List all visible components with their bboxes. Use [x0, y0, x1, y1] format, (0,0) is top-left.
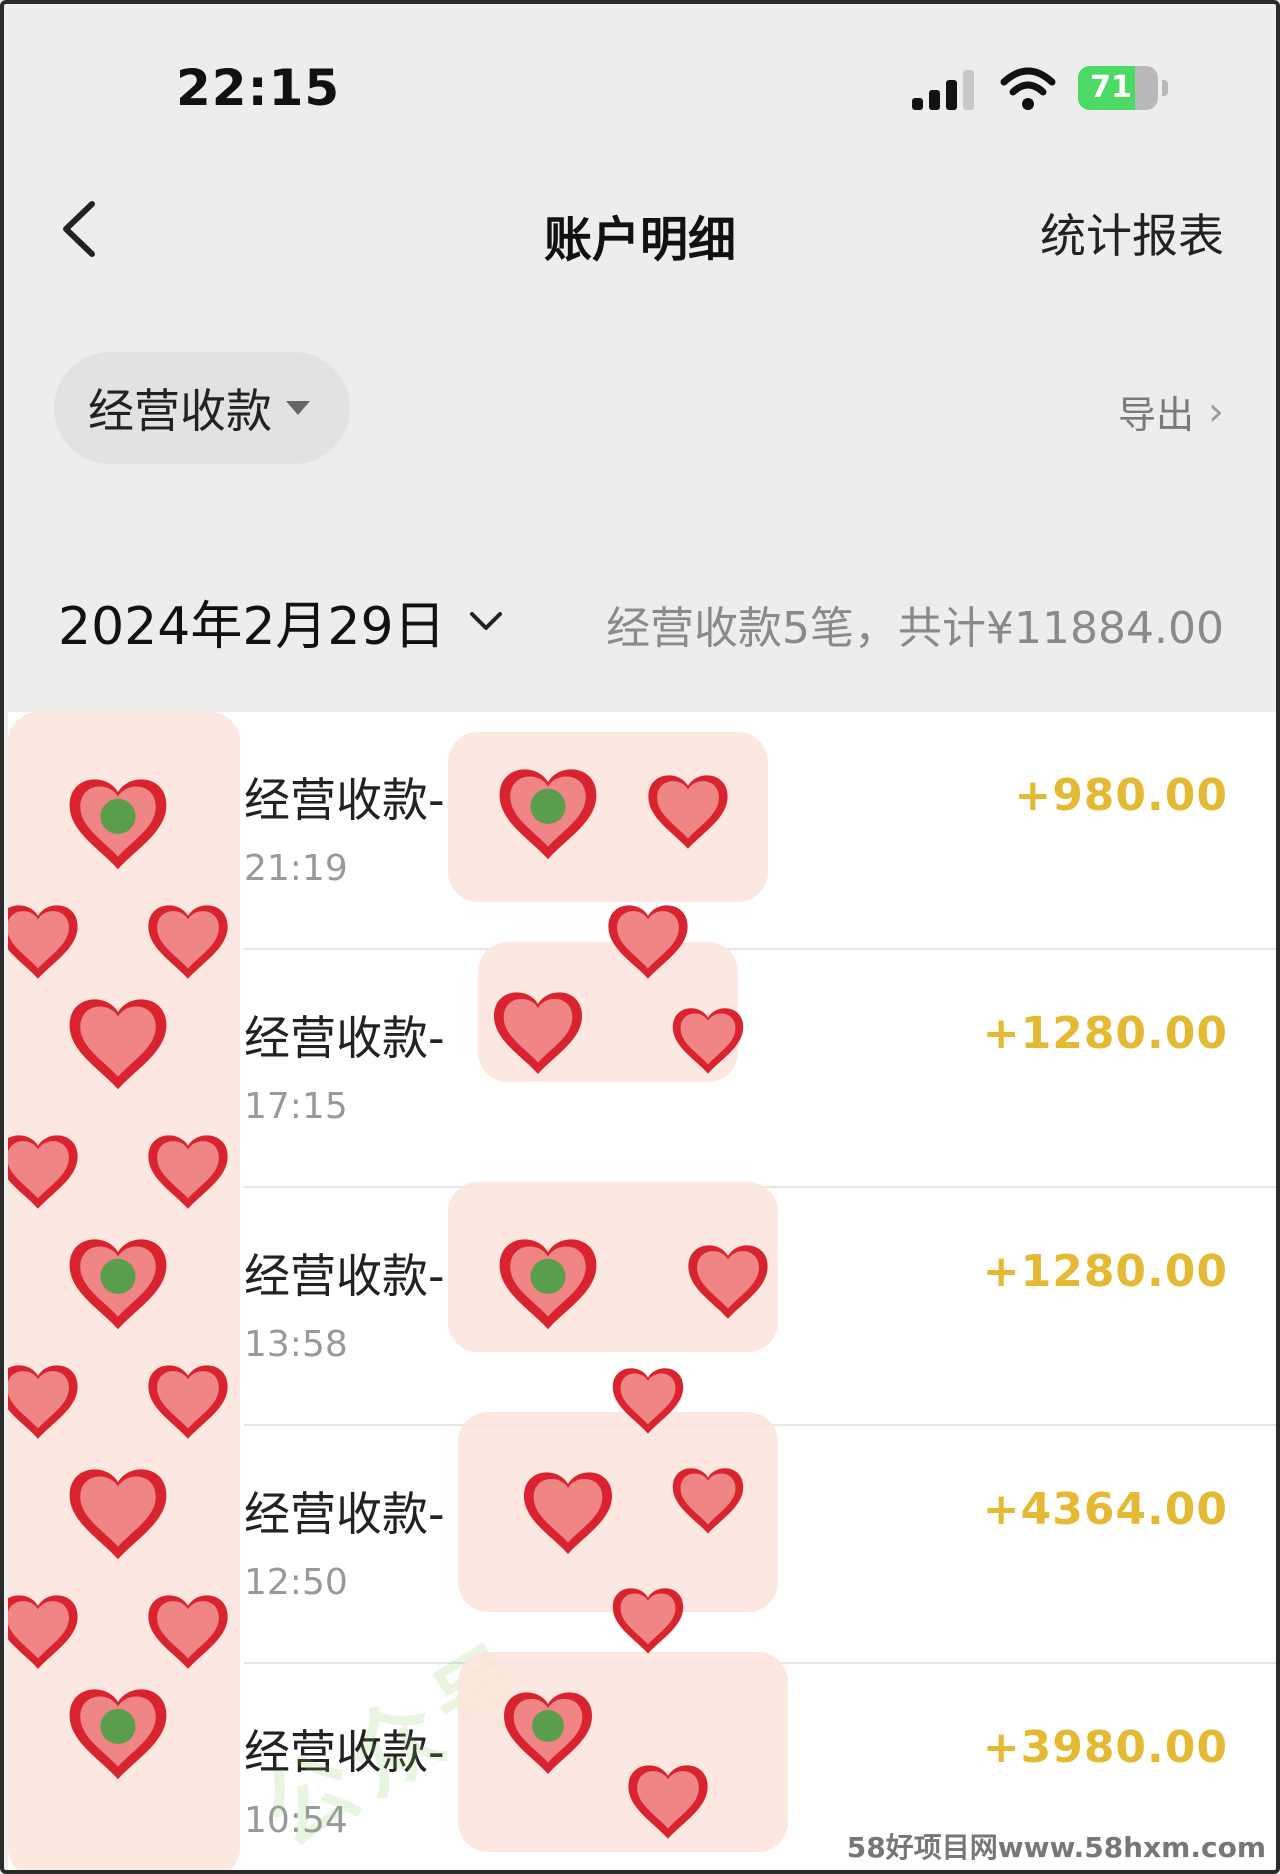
- chevron-down-icon: [469, 611, 502, 630]
- transaction-row[interactable]: 经营收款- 17:15 +1280.00: [8, 950, 1276, 1188]
- battery-percent: 71: [1090, 70, 1132, 105]
- battery-icon: 71: [1078, 66, 1158, 110]
- transaction-time: 21:19: [244, 848, 348, 889]
- date-label: 2024年2月29日: [58, 597, 446, 657]
- transaction-time: 13:58: [244, 1324, 348, 1365]
- transaction-title: 经营收款-: [244, 1011, 445, 1065]
- transaction-amount: +3980.00: [982, 1722, 1228, 1773]
- transaction-amount: +4364.00: [982, 1484, 1228, 1535]
- footer-watermark: 58好项目网www.58hxm.com: [846, 1831, 1266, 1864]
- transaction-time: 12:50: [244, 1562, 348, 1603]
- date-picker[interactable]: 2024年2月29日: [58, 584, 504, 659]
- transaction-row[interactable]: 经营收款- 21:19 +980.00: [8, 712, 1276, 950]
- transaction-amount: +1280.00: [982, 1246, 1228, 1297]
- transaction-amount: +980.00: [1014, 770, 1228, 821]
- transaction-time: 17:15: [244, 1086, 348, 1127]
- export-label: 导出: [1117, 393, 1194, 437]
- status-bar: 22:15 71: [4, 4, 1276, 174]
- caret-down-icon: [286, 401, 310, 415]
- phone-screen: 22:15 71 账户明细 统计报表 经营收款 导出 › 2024年2月29日 …: [0, 0, 1280, 1874]
- statistics-report-button[interactable]: 统计报表: [1040, 200, 1224, 266]
- transaction-title: 经营收款-: [244, 1487, 445, 1541]
- chevron-right-icon: ›: [1208, 388, 1224, 435]
- battery-cap: [1162, 80, 1168, 96]
- export-button[interactable]: 导出 ›: [1118, 384, 1224, 439]
- status-time: 22:15: [176, 59, 341, 117]
- transaction-amount: +1280.00: [982, 1008, 1228, 1059]
- wifi-icon: [1000, 67, 1056, 110]
- transaction-row[interactable]: 经营收款- 13:58 +1280.00: [8, 1188, 1276, 1426]
- transaction-title: 经营收款-: [244, 1249, 445, 1303]
- transaction-title: 经营收款-: [244, 773, 445, 827]
- signal-icon: [912, 70, 976, 110]
- transaction-list: 经营收款- 21:19 +980.00 经营收款- 17:15 +1280.00…: [8, 712, 1276, 1870]
- date-summary: 经营收款5笔，共计¥11884.00: [606, 603, 1224, 654]
- filter-label: 经营收款: [88, 384, 272, 438]
- filter-dropdown[interactable]: 经营收款: [54, 352, 350, 464]
